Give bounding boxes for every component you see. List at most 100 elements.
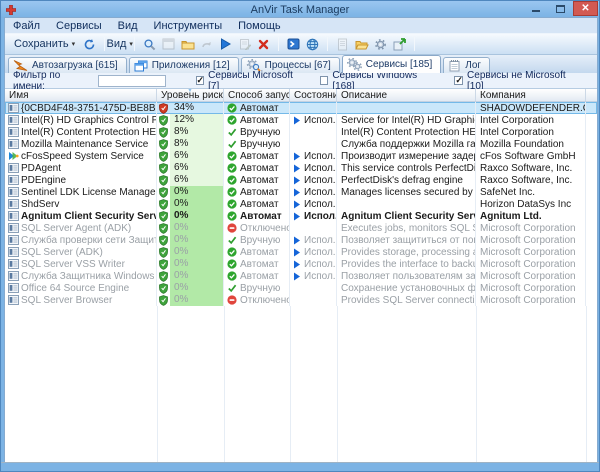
open-folder-icon[interactable] (354, 37, 369, 52)
startup-auto-icon (227, 259, 237, 269)
state-label: Испол... (304, 151, 337, 162)
risk-shield-green-icon (159, 175, 168, 186)
state-label: Испол... (304, 259, 337, 270)
column-header-6[interactable]: Компания (476, 89, 586, 101)
startup-type-cell: Автомат (224, 174, 290, 186)
risk-shield-green-icon (159, 259, 168, 270)
column-gridline (290, 306, 291, 464)
filler-cell (586, 234, 597, 246)
column-gridline (337, 306, 338, 464)
service-name-cell: SQL Server (ADK) (5, 246, 157, 258)
startup-type-cell: Автомат (224, 162, 290, 174)
startup-label: Автомат (240, 187, 279, 198)
state-cell: Испол... (290, 210, 337, 222)
services-icon (347, 58, 362, 71)
column-header-filler (586, 89, 597, 101)
service-name: Intel(R) HD Graphics Control Panel Servi… (21, 115, 157, 126)
close-button[interactable]: ✕ (573, 1, 598, 16)
risk-shield-green-icon (159, 271, 168, 282)
service-name-cell: cFosSpeed System Service (5, 150, 157, 162)
state-cell: Испол... (290, 186, 337, 198)
tweaker-icon[interactable] (392, 37, 407, 52)
service-name-cell: {0CBD4F48-3751-475D-BE8B-4F271385B6... (5, 102, 157, 114)
menu-item-1[interactable]: Файл (13, 20, 40, 32)
risk-value: 0% (170, 210, 223, 222)
state-label: Испол... (304, 271, 337, 282)
table-row[interactable]: ShdServ0%АвтоматИспол...Horizon DataSys … (5, 198, 597, 210)
properties-icon (161, 37, 176, 52)
running-icon (293, 116, 301, 125)
start-service-icon[interactable] (218, 37, 233, 52)
startup-type-cell: Вручную (224, 282, 290, 294)
service-icon (8, 103, 19, 113)
table-row[interactable]: Служба проверки сети Защитника Win...0%В… (5, 234, 597, 246)
internet-icon[interactable] (305, 37, 320, 52)
startup-auto-icon (227, 211, 237, 221)
table-row[interactable]: PDEngine6%АвтоматИспол...PerfectDisk's d… (5, 174, 597, 186)
service-icon (8, 199, 19, 209)
maximize-button[interactable] (548, 1, 573, 16)
service-name: SQL Server Agent (ADK) (21, 223, 131, 234)
service-name: Служба Защитника Windows (21, 271, 154, 282)
folder-icon[interactable] (180, 37, 195, 52)
filter-input[interactable] (98, 75, 166, 87)
startup-gear-icon[interactable] (373, 37, 388, 52)
console-icon[interactable] (286, 37, 301, 52)
filler-cell (586, 246, 597, 258)
save-button[interactable]: Сохранить▾ (11, 37, 78, 51)
risk-shield-green-icon (159, 295, 168, 306)
company-cell: Microsoft Corporation (476, 258, 586, 270)
state-label: Испол... (304, 199, 337, 210)
column-header-5[interactable]: Описание (337, 89, 476, 101)
service-name-cell: Intel(R) HD Graphics Control Panel Servi… (5, 114, 157, 126)
risk-value: 8% (170, 126, 223, 138)
table-row[interactable]: Sentinel LDK License Manager0%АвтоматИсп… (5, 186, 597, 198)
table-row[interactable]: Intel(R) Content Protection HECI Service… (5, 126, 597, 138)
service-icon (8, 295, 19, 305)
table-row[interactable]: PDAgent6%АвтоматИспол...This service con… (5, 162, 597, 174)
menu-item-3[interactable]: Вид (118, 20, 138, 32)
column-header-1[interactable]: Имя (5, 89, 157, 101)
startup-type-cell: Автомат (224, 198, 290, 210)
window-content: Файл Сервисы Вид Инструменты Помощь Сохранит… (4, 17, 598, 463)
table-row[interactable]: Office 64 Source Engine0%ВручнуюСохранен… (5, 282, 597, 294)
state-label: Испол... (304, 247, 337, 258)
column-header-3[interactable]: Способ запуска (224, 89, 290, 101)
table-row[interactable]: SQL Server Browser0%ОтключеноProvides SQ… (5, 294, 597, 306)
refresh-icon[interactable] (82, 37, 97, 52)
table-row[interactable]: {0CBD4F48-3751-475D-BE8B-4F271385B6...34… (5, 102, 597, 114)
view-menu-icon[interactable]: Вид▾ (112, 37, 127, 52)
service-name: PDEngine (21, 175, 66, 186)
table-row[interactable]: Mozilla Maintenance Service8%ВручнуюСлуж… (5, 138, 597, 150)
toolbar-separator (414, 37, 415, 51)
filler-cell (586, 270, 597, 282)
menu-item-4[interactable]: Инструменты (154, 20, 223, 32)
column-header-4[interactable]: Состояние (290, 89, 337, 101)
search-icon[interactable] (142, 37, 157, 52)
menu-item-2[interactable]: Сервисы (56, 20, 102, 32)
delete-icon[interactable] (256, 37, 271, 52)
menu-item-5[interactable]: Помощь (238, 20, 281, 32)
tab-сервисы[interactable]: Сервисы [185] (342, 55, 441, 73)
description-cell: Позволяет пользователям защититьс... (337, 270, 476, 282)
startup-auto-icon (227, 175, 237, 185)
table-row[interactable]: SQL Server (ADK)0%АвтоматИспол...Provide… (5, 246, 597, 258)
checkbox-icon[interactable] (320, 76, 329, 85)
startup-label: Автомат (240, 103, 279, 114)
checkbox-icon[interactable] (454, 76, 463, 85)
checkbox-icon[interactable] (196, 76, 205, 85)
company-cell: Horizon DataSys Inc (476, 198, 586, 210)
table-row[interactable]: Agnitum Client Security Service0%Автомат… (5, 210, 597, 222)
company-cell: Raxco Software, Inc. (476, 174, 586, 186)
startup-type-cell: Автомат (224, 270, 290, 282)
company-cell: Raxco Software, Inc. (476, 162, 586, 174)
minimize-button[interactable] (523, 1, 548, 16)
table-row[interactable]: SQL Server VSS Writer0%АвтоматИспол...Pr… (5, 258, 597, 270)
filler-cell (586, 186, 597, 198)
column-header-2[interactable]: ▼Уровень риска (157, 89, 224, 101)
table-row[interactable]: Служба Защитника Windows0%АвтоматИспол..… (5, 270, 597, 282)
table-row[interactable]: Intel(R) HD Graphics Control Panel Servi… (5, 114, 597, 126)
service-icon (8, 259, 19, 269)
table-row[interactable]: cFosSpeed System Service6%АвтоматИспол..… (5, 150, 597, 162)
table-row[interactable]: SQL Server Agent (ADK)0%ОтключеноExecute… (5, 222, 597, 234)
